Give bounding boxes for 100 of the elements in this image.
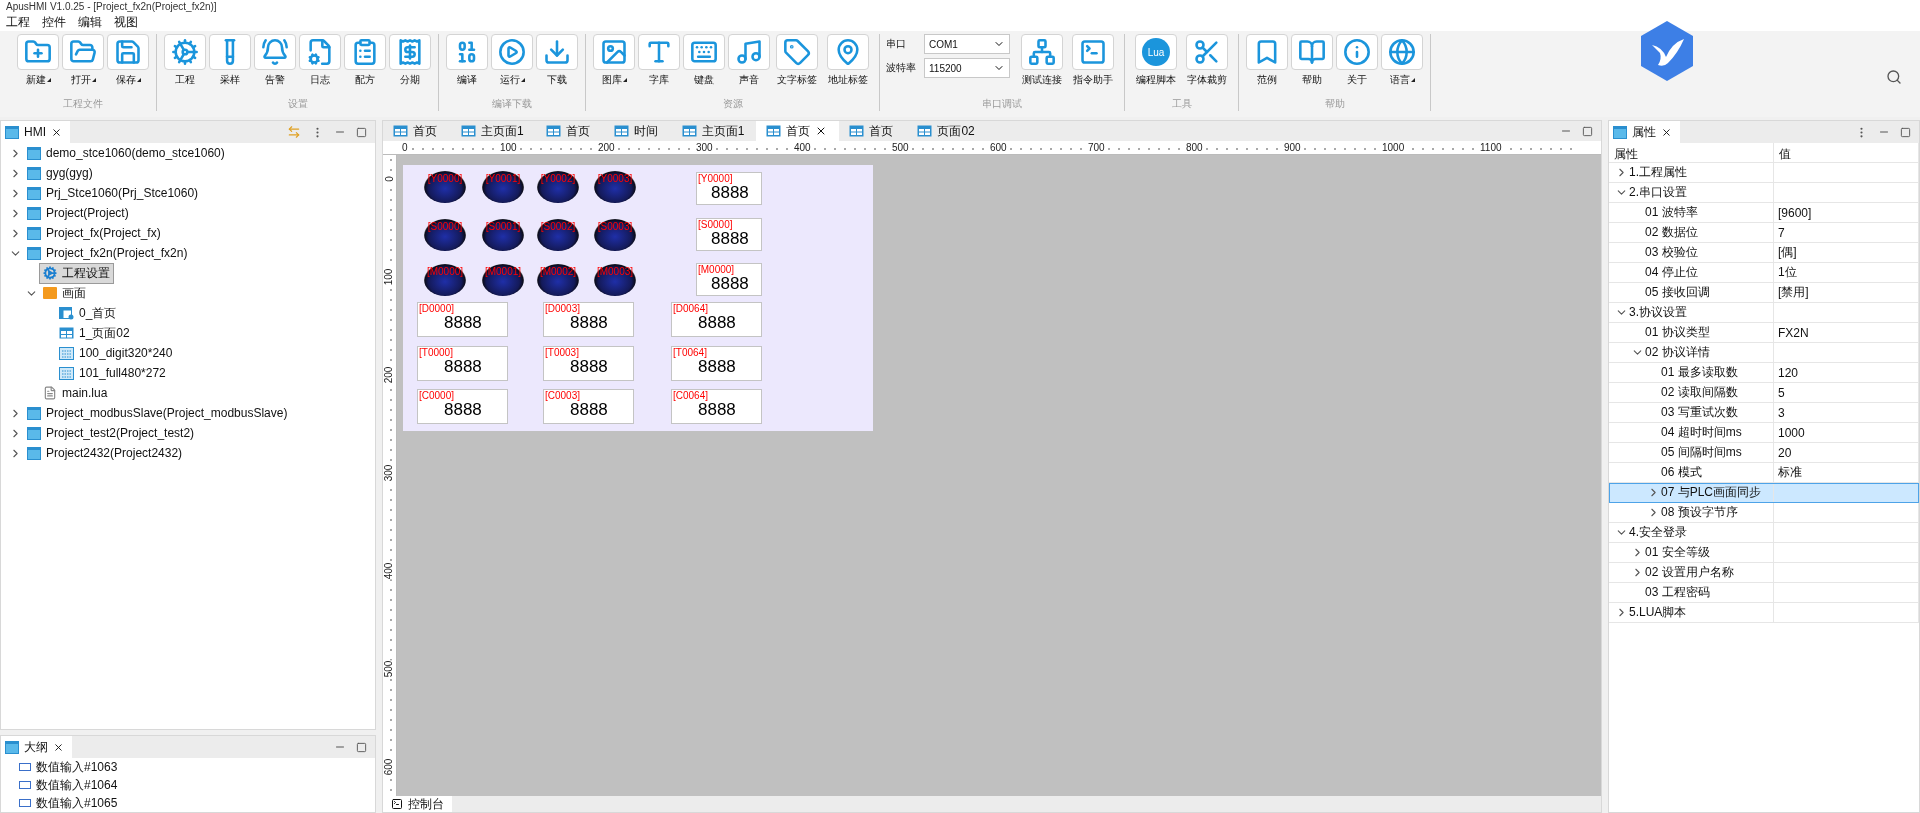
property-row[interactable]: 03 校验位 [偶] [1609,243,1919,263]
property-row[interactable]: 2.串口设置 [1609,183,1919,203]
property-row[interactable]: 08 预设字节序 [1609,503,1919,523]
editor-tab[interactable]: 首页 [383,121,451,141]
menu-item[interactable]: 视图 [114,13,138,31]
tree-item[interactable]: Prj_Stce1060(Prj_Stce1060) [23,184,203,202]
panel-tab[interactable]: 控制台 [383,796,452,812]
tree-item[interactable]: demo_stce1060(demo_stce1060) [23,144,229,162]
outline-item[interactable]: 数值输入#1063 [1,758,375,776]
number-display[interactable]: [C0000] 8888 [417,389,508,424]
tree-item[interactable]: main.lua [39,384,112,402]
tree-item[interactable]: gyg(gyg) [23,164,97,182]
outline-item[interactable]: 数值输入#1064 [1,776,375,794]
indicator-lamp[interactable]: [M0001] [482,264,524,296]
ruler-label: 200 [596,142,617,153]
property-row[interactable]: 5.LUA脚本 [1609,603,1919,623]
tree-item[interactable]: 1_页面02 [55,322,134,344]
panel-tab[interactable]: HMI [1,121,70,143]
indicator-lamp[interactable]: [Y0002] [537,171,579,203]
editor-tab[interactable]: 首页 [535,121,604,141]
property-name: 02 读取间隔数 [1661,384,1738,401]
property-row[interactable]: 3.协议设置 [1609,303,1919,323]
number-display[interactable]: [T0003] 8888 [543,346,634,381]
indicator-lamp[interactable]: [S0001] [482,219,524,251]
number-display[interactable]: [C0003] 8888 [543,389,634,424]
property-row[interactable]: 02 协议详情 [1609,343,1919,363]
property-row[interactable]: 02 设置用户名称 [1609,563,1919,583]
indicator-lamp[interactable]: [M0000] [424,264,466,296]
maximize-icon[interactable] [356,741,367,753]
indicator-lamp[interactable]: [S0003] [594,219,636,251]
property-row[interactable]: 1.工程属性 [1609,163,1919,183]
number-display[interactable]: [C0064] 8888 [671,389,762,424]
menu-item[interactable]: 控件 [42,13,66,31]
close-icon[interactable] [1661,126,1672,138]
indicator-lamp[interactable]: [S0000] [424,219,466,251]
number-display[interactable]: [D0064] 8888 [671,302,762,337]
property-name: 06 模式 [1661,464,1702,481]
property-row[interactable]: 03 工程密码 [1609,583,1919,603]
tree-item[interactable]: Project2432(Project2432) [23,444,187,462]
tree-item[interactable]: 工程设置 [39,262,114,284]
property-row[interactable]: 02 数据位 7 [1609,223,1919,243]
editor-tab[interactable]: 页面02 [907,121,987,141]
property-value: [偶] [1778,244,1797,261]
close-icon[interactable] [53,741,64,753]
property-row[interactable]: 01 安全等级 [1609,543,1919,563]
maximize-icon[interactable] [356,126,367,138]
number-display[interactable]: [D0003] 8888 [543,302,634,337]
editor-tab[interactable]: 时间 [603,121,672,141]
property-row[interactable]: 06 模式 标准 [1609,463,1919,483]
tree-item[interactable]: Project_test2(Project_test2) [23,424,199,442]
property-row[interactable]: 01 最多读取数 120 [1609,363,1919,383]
property-row[interactable]: 07 与PLC画面同步 [1609,483,1919,503]
indicator-lamp[interactable]: [Y0001] [482,171,524,203]
indicator-lamp[interactable]: [Y0003] [594,171,636,203]
window-icon [5,125,19,139]
property-row[interactable]: 04 超时时间ms 1000 [1609,423,1919,443]
number-display[interactable]: [T0064] 8888 [671,346,762,381]
indicator-lamp[interactable]: [M0002] [537,264,579,296]
property-row[interactable]: 03 写重试次数 3 [1609,403,1919,423]
number-display[interactable]: [S0000] 8888 [696,218,762,251]
number-display[interactable]: [M0000] 8888 [696,263,762,296]
dropdown-field[interactable]: COM1 [924,34,1010,54]
editor-tab[interactable]: 主页面1 [451,121,536,141]
indicator-lamp[interactable]: [Y0000] [424,171,466,203]
indicator-lamp[interactable]: [M0003] [594,264,636,296]
dropdown-field[interactable]: 115200 [924,58,1010,78]
map-pin-icon [834,38,862,66]
property-value: 120 [1778,365,1799,380]
editor-tab[interactable]: 首页 [756,121,840,141]
tree-item[interactable]: Project(Project) [23,204,133,222]
tree-item[interactable]: 100_digit320*240 [55,344,177,362]
number-display[interactable]: [Y0000] 8888 [696,172,762,205]
info-icon [1343,38,1371,66]
tree-item[interactable]: Project_fx(Project_fx) [23,224,165,242]
property-row[interactable]: 01 波特率 [9600] [1609,203,1919,223]
tree-item[interactable]: 0_首页 [55,302,121,324]
tree-item[interactable]: 101_full480*272 [55,364,170,382]
menu-item[interactable]: 工程 [6,13,30,31]
property-row[interactable]: 05 接收回调 [禁用] [1609,283,1919,303]
tree-item[interactable]: Project_modbusSlave(Project_modbusSlave) [23,404,292,422]
panel-tab[interactable]: 大纲 [1,736,72,758]
editor-tab[interactable]: 主页面1 [671,121,757,141]
outline-item[interactable]: 数值输入#1065 [1,794,375,812]
tree-item[interactable]: Project_fx2n(Project_fx2n) [23,244,192,262]
tree-item[interactable]: 画面 [39,282,90,304]
property-row[interactable]: 01 协议类型 FX2N [1609,323,1919,343]
search-icon[interactable] [1886,69,1902,85]
menu-item[interactable]: 编辑 [78,13,102,31]
indicator-lamp[interactable]: [S0002] [537,219,579,251]
number-display[interactable]: [T0000] 8888 [417,346,508,381]
maximize-icon[interactable] [1900,126,1911,138]
property-row[interactable]: 4.安全登录 [1609,523,1919,543]
property-row[interactable]: 02 读取间隔数 5 [1609,383,1919,403]
number-display[interactable]: [D0000] 8888 [417,302,508,337]
property-row[interactable]: 04 停止位 1位 [1609,263,1919,283]
maximize-icon[interactable] [1582,125,1593,137]
editor-tab[interactable]: 首页 [839,121,908,141]
property-row[interactable]: 05 间隔时间ms 20 [1609,443,1919,463]
close-icon[interactable] [51,126,62,138]
panel-tab[interactable]: 属性 [1609,121,1680,143]
